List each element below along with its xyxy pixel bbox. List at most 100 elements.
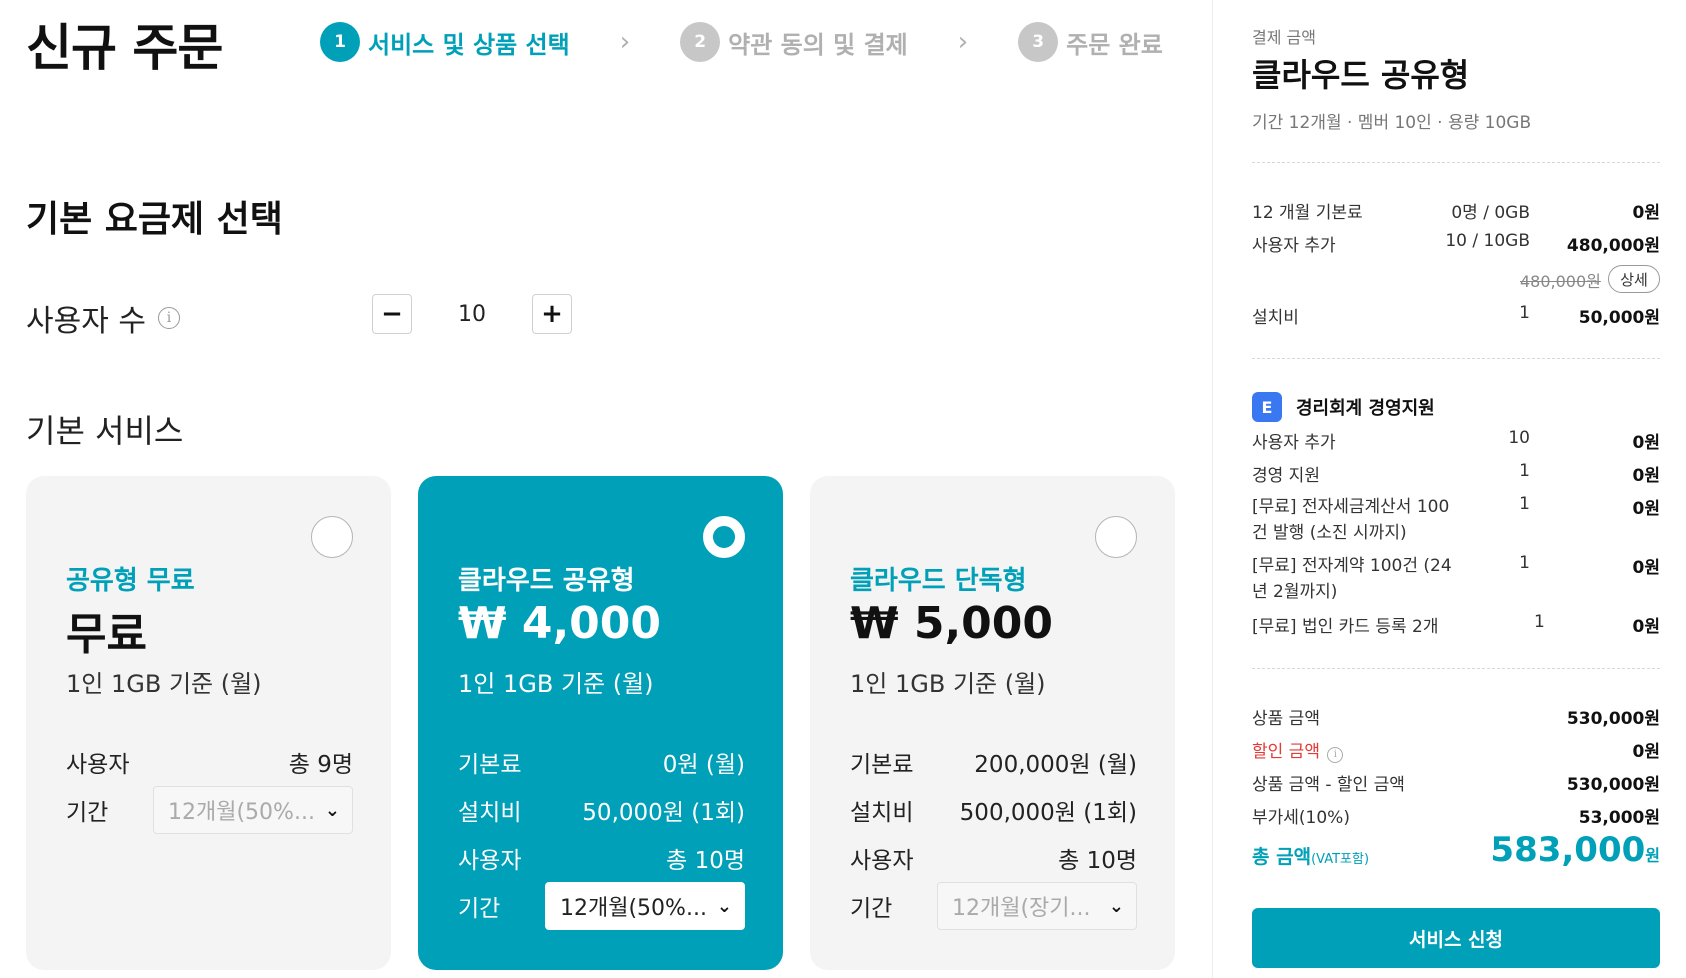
user-count-row: 사용자 수 i: [26, 296, 180, 340]
plan-row-install-fee: 설치비 500,000원 (1회): [850, 786, 1137, 834]
row-label: 설치비: [850, 800, 914, 826]
total-row: 부가세(10%) 53,000원: [1252, 803, 1660, 828]
summary-title: 클라우드 공유형: [1252, 56, 1470, 94]
line-price: 0원: [1632, 433, 1660, 453]
line-item: 설치비 1 50,000원: [1252, 303, 1660, 328]
step-2-label: 약관 동의 및 결제: [728, 30, 908, 59]
chevron-down-icon: ⌄: [324, 799, 340, 821]
row-label: 사용자: [458, 848, 522, 874]
step-1-label: 서비스 및 상품 선택: [368, 30, 570, 59]
line-qty: 1: [1533, 612, 1545, 632]
discount-value: 0원: [1632, 742, 1660, 762]
step-2: 2 약관 동의 및 결제: [680, 22, 908, 62]
row-label: 기본료: [850, 752, 914, 778]
discount-row: 할인 금액 i 0원: [1252, 737, 1660, 763]
line-name: 사용자 추가: [1252, 236, 1336, 256]
total-row-label: 상품 금액 - 할인 금액: [1252, 775, 1405, 795]
line-qty: 1: [1519, 303, 1530, 323]
chevron-down-icon: ⌄: [1108, 895, 1124, 917]
plan-radio[interactable]: [1095, 516, 1137, 558]
user-count-stepper: − 10 +: [372, 294, 572, 334]
step-1: 1 서비스 및 상품 선택: [320, 22, 570, 62]
plan-radio[interactable]: [311, 516, 353, 558]
line-qty: 0명 / 0GB: [1451, 203, 1530, 223]
step-2-number: 2: [680, 22, 721, 62]
plan-row-users: 사용자 총 10명: [850, 834, 1137, 882]
user-count-label: 사용자 수: [26, 304, 146, 339]
period-select[interactable]: 12개월(50%... ⌄: [153, 786, 353, 834]
step-3-label: 주문 완료: [1066, 30, 1163, 59]
plan-card-cloud-shared[interactable]: 클라우드 공유형 ₩ 4,000 1인 1GB 기준 (월) 기본료 0원 (월…: [418, 476, 783, 970]
step-1-number: 1: [320, 22, 360, 62]
info-icon[interactable]: i: [1327, 746, 1344, 763]
line-name: 경영 지원: [1252, 466, 1320, 486]
summary-subtitle: 기간 12개월 · 멤버 10인 · 용량 10GB: [1252, 113, 1532, 133]
step-3-number: 3: [1018, 22, 1059, 62]
summary-label: 결제 금액: [1252, 28, 1316, 47]
plan-row-users: 사용자 총 9명: [66, 738, 353, 786]
accounting-app-icon: E: [1252, 392, 1282, 422]
grand-total-label: 총 금액(VAT포함): [1252, 846, 1370, 868]
line-qty: 10: [1508, 428, 1530, 448]
period-select-value: 12개월(50%...: [560, 896, 707, 921]
apply-service-button[interactable]: 서비스 신청: [1252, 908, 1660, 968]
period-select[interactable]: 12개월(장기... ⌄: [937, 882, 1137, 930]
period-select-value: 12개월(장기...: [952, 896, 1091, 921]
plan-card-shared-free[interactable]: 공유형 무료 무료 1인 1GB 기준 (월) 사용자 총 9명 기간 12개월…: [26, 476, 391, 970]
info-icon[interactable]: i: [157, 307, 180, 329]
user-count-value[interactable]: 10: [412, 302, 532, 327]
divider: [1252, 358, 1660, 359]
addon-line: 사용자 추가 10 0원: [1252, 428, 1660, 453]
plan-section-title: 기본 요금제 선택: [26, 199, 283, 240]
line-item: 12 개월 기본료 0명 / 0GB 0원: [1252, 198, 1660, 223]
plan-row-period: 기간 12개월(50%... ⌄: [458, 882, 745, 930]
row-label: 기간: [66, 800, 109, 826]
row-value: 총 9명: [288, 752, 353, 778]
original-price: 480,000원: [1520, 272, 1601, 291]
total-row: 상품 금액 - 할인 금액 530,000원: [1252, 770, 1660, 795]
addon-line: [무료] 법인 카드 등록 2개 1 0원: [1252, 612, 1660, 637]
line-qty: 1: [1519, 494, 1530, 514]
line-price: 50,000원: [1578, 308, 1660, 328]
plan-row-base-fee: 기본료 0원 (월): [458, 738, 745, 786]
plan-price: ₩ 4,000: [458, 598, 662, 649]
discount-label: 할인 금액 i: [1252, 737, 1530, 763]
decrement-button[interactable]: −: [372, 294, 412, 334]
detail-button[interactable]: 상세: [1608, 265, 1660, 293]
line-qty: 10 / 10GB: [1445, 231, 1530, 251]
row-value: 500,000원 (1회): [959, 800, 1137, 826]
plan-card-cloud-dedicated[interactable]: 클라우드 단독형 ₩ 5,000 1인 1GB 기준 (월) 기본료 200,0…: [810, 476, 1175, 970]
plan-radio-selected[interactable]: [703, 516, 745, 558]
total-row-value: 530,000원: [1566, 709, 1660, 729]
row-label: 기간: [458, 896, 501, 922]
order-steps: 1 서비스 및 상품 선택 › 2 약관 동의 및 결제 › 3 주문 완료: [320, 22, 1163, 62]
period-select-value: 12개월(50%...: [168, 800, 315, 825]
line-price: 0원: [1632, 617, 1660, 637]
step-3: 3 주문 완료: [1018, 22, 1163, 62]
addon-line: [무료] 전자계약 100건 (24년 2월까지) 1 0원: [1252, 553, 1660, 605]
row-value: 총 10명: [666, 848, 745, 874]
line-item: 사용자 추가 10 / 10GB 480,000원: [1252, 231, 1660, 256]
addon-title: 경리회계 경영지원: [1296, 398, 1435, 419]
plan-price: 무료: [66, 609, 147, 660]
increment-button[interactable]: +: [532, 294, 572, 334]
plan-basis: 1인 1GB 기준 (월): [66, 670, 262, 698]
row-label: 설치비: [458, 800, 522, 826]
line-qty: 1: [1519, 553, 1530, 573]
total-row-value: 530,000원: [1566, 775, 1660, 795]
period-select[interactable]: 12개월(50%... ⌄: [545, 882, 745, 930]
line-name: [무료] 전자계약 100건 (24년 2월까지): [1252, 556, 1452, 602]
plan-price: ₩ 5,000: [850, 598, 1054, 649]
line-price: 0원: [1632, 558, 1660, 578]
row-value: 50,000원 (1회): [582, 800, 745, 826]
line-qty: 1: [1519, 461, 1530, 481]
total-row: 상품 금액 530,000원: [1252, 704, 1660, 729]
row-value: 총 10명: [1058, 848, 1137, 874]
total-row-value: 53,000원: [1578, 808, 1660, 828]
plan-row-period: 기간 12개월(50%... ⌄: [66, 786, 353, 834]
row-label: 사용자: [66, 752, 130, 778]
page-title: 신규 주문: [26, 19, 223, 77]
line-price: 0원: [1632, 499, 1660, 519]
line-name: 사용자 추가: [1252, 433, 1336, 453]
line-name: 12 개월 기본료: [1252, 203, 1363, 223]
